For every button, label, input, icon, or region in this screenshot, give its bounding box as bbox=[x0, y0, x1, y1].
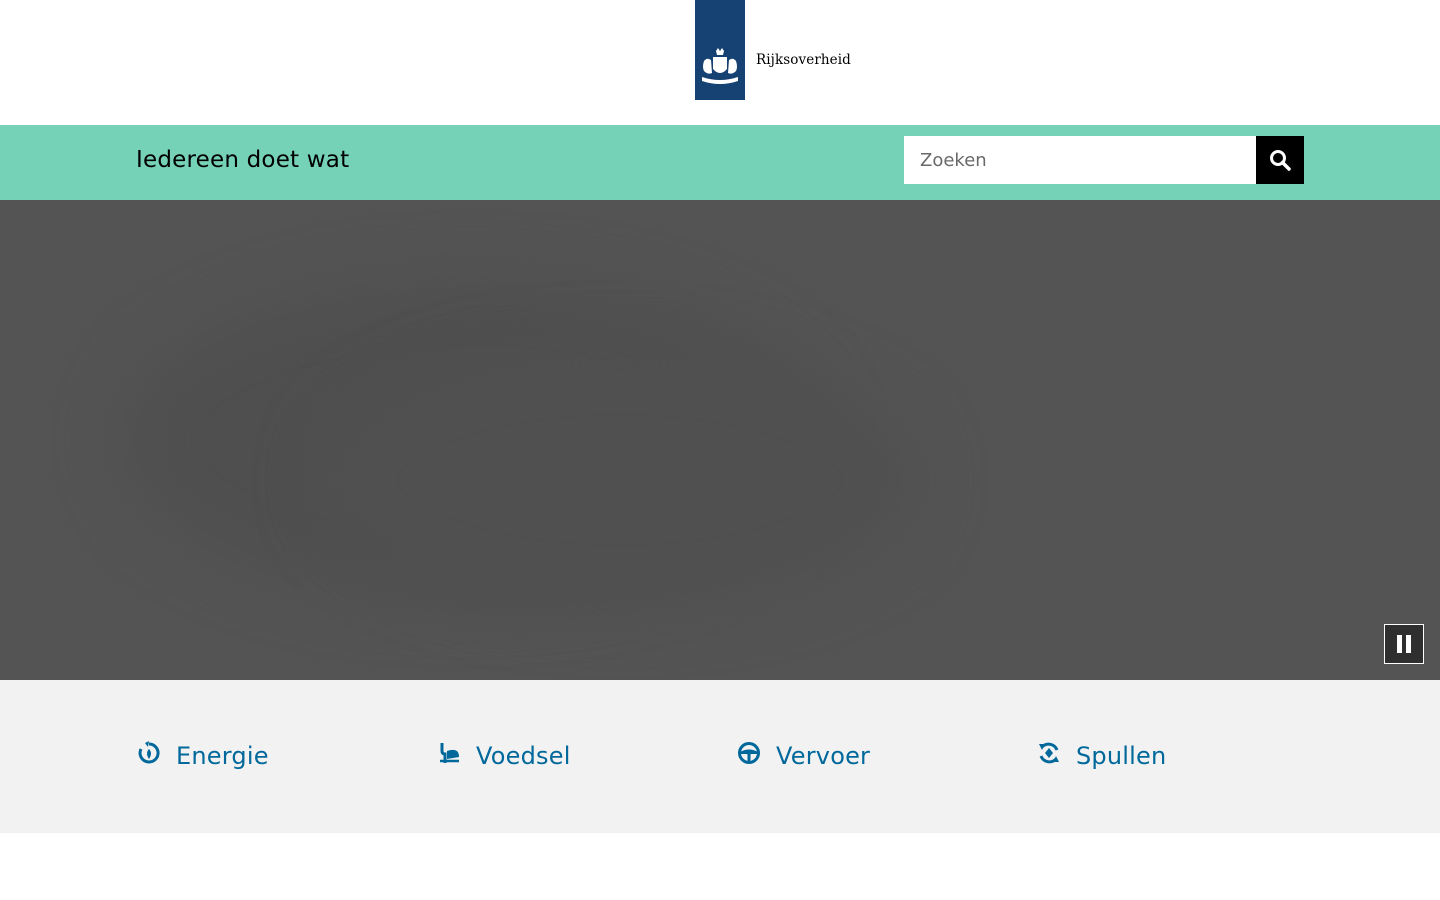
theme-label: Spullen bbox=[1076, 742, 1167, 770]
steering-wheel-icon bbox=[736, 740, 762, 766]
pause-icon-bar bbox=[1406, 635, 1411, 653]
theme-link-voedsel[interactable]: Voedsel bbox=[436, 742, 571, 770]
site-header: Iedereen doet wat bbox=[0, 125, 1440, 200]
site-title[interactable]: Iedereen doet wat bbox=[136, 147, 349, 173]
top-bar: Rijksoverheid bbox=[0, 0, 1440, 125]
rijksoverheid-logo[interactable]: Rijksoverheid bbox=[695, 0, 851, 100]
themes-nav: Energie Voedsel Vervoer Spullen bbox=[0, 680, 1440, 833]
hero-shade bbox=[320, 350, 920, 610]
pause-button[interactable] bbox=[1384, 624, 1424, 664]
search-icon bbox=[1270, 150, 1291, 171]
hero-video bbox=[0, 200, 1440, 680]
logo-text: Rijksoverheid bbox=[756, 52, 851, 68]
coat-of-arms-icon bbox=[702, 48, 738, 84]
food-icon bbox=[436, 740, 462, 766]
search-button[interactable] bbox=[1256, 136, 1304, 184]
theme-link-energie[interactable]: Energie bbox=[136, 740, 269, 770]
theme-link-vervoer[interactable]: Vervoer bbox=[736, 742, 870, 770]
logo-ribbon bbox=[695, 0, 745, 100]
theme-label: Voedsel bbox=[476, 742, 571, 770]
search-input[interactable] bbox=[904, 136, 1256, 184]
recycle-icon bbox=[1036, 740, 1062, 766]
theme-link-spullen[interactable]: Spullen bbox=[1036, 742, 1166, 770]
pause-icon bbox=[1397, 635, 1402, 653]
energy-icon bbox=[136, 740, 162, 766]
theme-label: Vervoer bbox=[776, 742, 871, 770]
search-form bbox=[904, 136, 1304, 184]
theme-label: Energie bbox=[176, 742, 269, 770]
